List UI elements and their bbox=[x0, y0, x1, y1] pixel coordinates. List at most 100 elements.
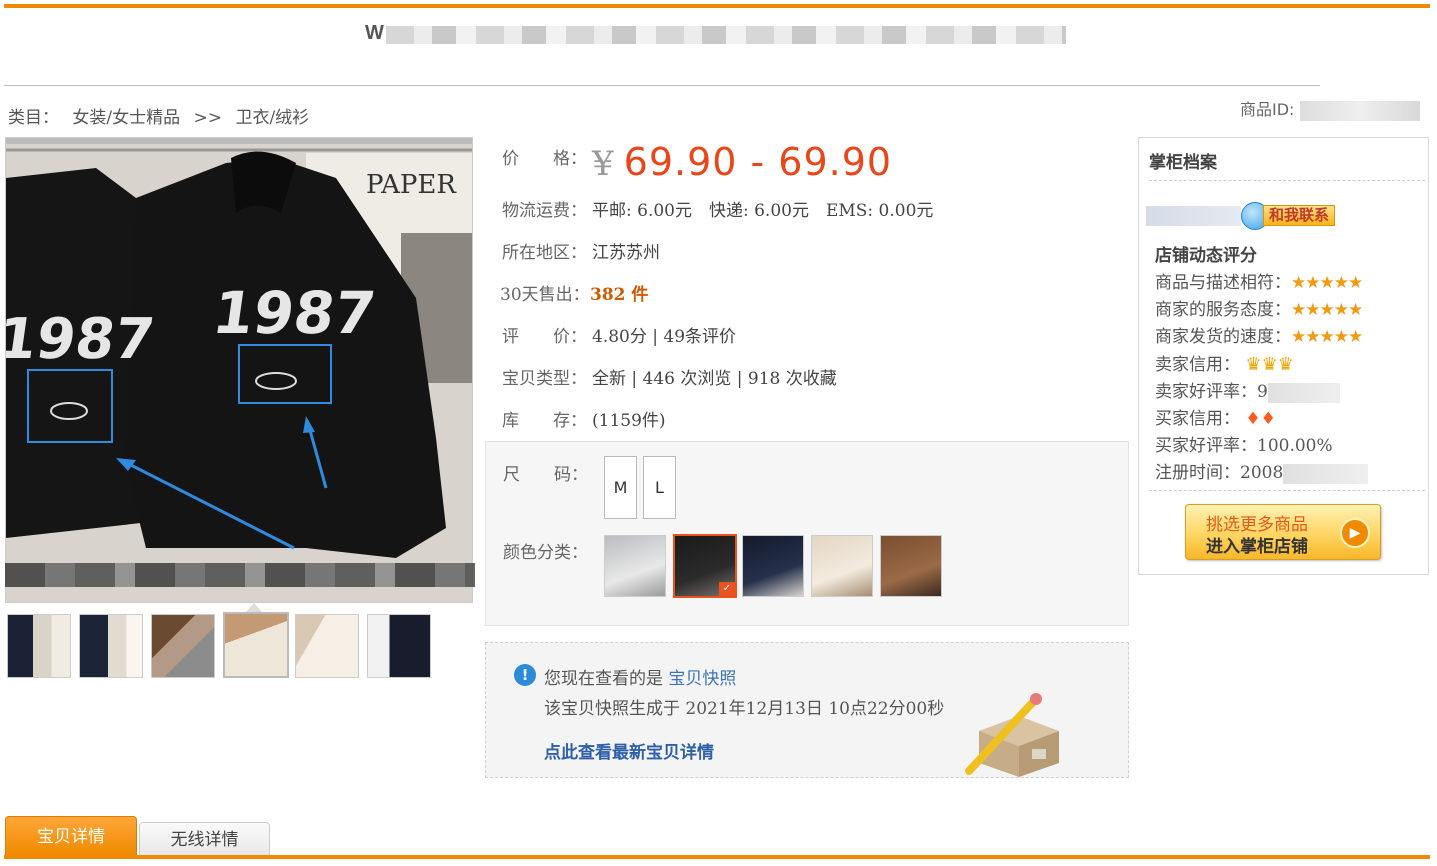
stock-label: 库 存： bbox=[502, 411, 587, 431]
seller-name-blurred bbox=[1146, 206, 1241, 226]
watermark-blurred bbox=[5, 563, 475, 587]
star-icons: ★★★★★ bbox=[1291, 300, 1363, 320]
contact-label: 和我联系 bbox=[1263, 205, 1336, 226]
register-blurred bbox=[1283, 463, 1369, 484]
color-option-grey[interactable] bbox=[604, 535, 666, 597]
type-row: 宝贝类型： 全新 | 446 次浏览 | 918 次收藏 bbox=[502, 364, 837, 389]
breadcrumb-separator: >> bbox=[193, 108, 223, 128]
tab-underline-bar bbox=[4, 855, 1430, 859]
buyer-credit-label: 买家信用： bbox=[1155, 409, 1240, 429]
snapshot-line1: 您现在查看的是 宝贝快照 bbox=[544, 664, 736, 689]
main-product-image[interactable]: PAPER 1987 1987 bbox=[5, 137, 473, 603]
breadcrumb: 类目： 女装/女士精品 >> 卫衣/绒衫 bbox=[8, 103, 317, 128]
divider bbox=[1149, 180, 1425, 181]
seller-panel: 掌柜档案 和我联系 店铺动态评分 商品与描述相符：★★★★★ 商家的服务态度：★… bbox=[1138, 137, 1429, 575]
sku-selector: 尺 码： M L 颜色分类： ✓ bbox=[485, 441, 1129, 626]
color-option-black[interactable]: ✓ bbox=[673, 534, 737, 598]
svg-text:1987: 1987 bbox=[209, 279, 380, 347]
rating-description: 商品与描述相符：★★★★★ bbox=[1155, 268, 1363, 293]
breadcrumb-category-women[interactable]: 女装/女士精品 bbox=[72, 108, 180, 128]
color-option-navy[interactable] bbox=[742, 535, 804, 597]
seller-panel-title: 掌柜档案 bbox=[1149, 153, 1217, 173]
review-value[interactable]: 4.80分 | 49条评价 bbox=[592, 327, 736, 347]
sold-label: 30天售出： bbox=[500, 285, 590, 305]
arrow-right-icon: ▶ bbox=[1340, 518, 1370, 548]
item-id-label: 商品ID: bbox=[1240, 100, 1295, 119]
star-icons: ★★★★★ bbox=[1291, 327, 1363, 347]
color-option-apricot[interactable] bbox=[811, 535, 873, 597]
sold-value: 382 件 bbox=[590, 285, 649, 305]
color-label: 颜色分类： bbox=[503, 543, 588, 563]
buyer-credit: 买家信用： ♦♦ bbox=[1155, 404, 1276, 429]
shop-button-line2: 进入掌柜店铺 bbox=[1206, 537, 1308, 557]
item-id-blurred bbox=[1299, 100, 1420, 121]
svg-text:PAPER: PAPER bbox=[366, 170, 457, 200]
svg-text:1987: 1987 bbox=[6, 307, 158, 372]
seller-good-rate: 卖家好评率：9 bbox=[1155, 377, 1340, 403]
snapshot-link[interactable]: 宝贝快照 bbox=[668, 669, 736, 689]
thumbnail-3[interactable] bbox=[151, 614, 215, 678]
buyer-good-rate: 买家好评率：100.00% bbox=[1155, 436, 1333, 456]
register-value: 2008 bbox=[1240, 463, 1284, 483]
thumbnail-5[interactable] bbox=[295, 614, 359, 678]
location-value: 江苏苏州 bbox=[592, 243, 660, 263]
thumbnail-1[interactable] bbox=[7, 614, 71, 678]
shipping-value: 平邮: 6.00元 快递: 6.00元 EMS: 0.00元 bbox=[592, 201, 934, 221]
size-option-l[interactable]: L bbox=[643, 456, 676, 519]
crown-icon: ♛♛♛ bbox=[1245, 354, 1294, 375]
price-value: 69.90 - 69.90 bbox=[623, 140, 893, 184]
seller-credit: 卖家信用： ♛♛♛ bbox=[1155, 350, 1294, 375]
type-label: 宝贝类型： bbox=[502, 369, 587, 389]
rating-delivery-label: 商家发货的速度： bbox=[1155, 327, 1291, 347]
seller-credit-label: 卖家信用： bbox=[1155, 355, 1240, 375]
currency-symbol: ¥ bbox=[592, 144, 614, 184]
rating-service: 商家的服务态度：★★★★★ bbox=[1155, 295, 1363, 320]
item-id: 商品ID: bbox=[1240, 96, 1420, 121]
star-icons: ★★★★★ bbox=[1291, 273, 1363, 293]
location-label: 所在地区： bbox=[502, 243, 587, 263]
register-label: 注册时间： bbox=[1155, 463, 1240, 483]
type-value: 全新 | 446 次浏览 | 918 次收藏 bbox=[592, 369, 837, 389]
selected-check-icon: ✓ bbox=[719, 582, 735, 596]
title-text: W bbox=[365, 22, 384, 44]
color-option-coffee[interactable] bbox=[880, 535, 942, 597]
seller-good-rate-blurred bbox=[1267, 382, 1340, 403]
info-icon: ! bbox=[514, 664, 536, 686]
box-pencil-icon bbox=[965, 693, 1059, 777]
shipping-label: 物流运费： bbox=[502, 201, 587, 221]
thumbnail-2[interactable] bbox=[79, 614, 143, 678]
shipping-row: 物流运费： 平邮: 6.00元 快递: 6.00元 EMS: 0.00元 bbox=[502, 196, 933, 221]
breadcrumb-prefix: 类目： bbox=[8, 108, 59, 128]
snapshot-notice: ! 您现在查看的是 宝贝快照 该宝贝快照生成于 2021年12月13日 10点2… bbox=[485, 642, 1129, 778]
review-row: 评 价： 4.80分 | 49条评价 bbox=[502, 322, 736, 347]
product-title: W bbox=[365, 22, 1066, 45]
seller-good-rate-value: 9 bbox=[1257, 382, 1268, 402]
stock-value: (1159件) bbox=[592, 411, 666, 431]
enter-shop-button[interactable]: 挑选更多商品 进入掌柜店铺 ▶ bbox=[1185, 504, 1381, 560]
thumbnail-6[interactable] bbox=[367, 614, 431, 678]
view-latest-link[interactable]: 点此查看最新宝贝详情 bbox=[544, 738, 714, 763]
snapshot-prefix: 您现在查看的是 bbox=[544, 669, 663, 689]
price-row: 价 格： ¥69.90 - 69.90 bbox=[502, 140, 892, 184]
snapshot-date: 该宝贝快照生成于 2021年12月13日 10点22分00秒 bbox=[544, 699, 945, 719]
tab-item-detail[interactable]: 宝贝详情 bbox=[5, 816, 137, 856]
title-divider bbox=[4, 85, 1320, 86]
review-label: 评 价： bbox=[502, 327, 587, 347]
tab-wireless-detail[interactable]: 无线详情 bbox=[139, 822, 270, 856]
size-option-m[interactable]: M bbox=[604, 456, 637, 519]
seller-good-rate-label: 卖家好评率： bbox=[1155, 382, 1257, 402]
hoodie-photo: PAPER 1987 1987 bbox=[6, 138, 472, 602]
diamond-icon: ♦♦ bbox=[1245, 409, 1276, 429]
thumbnail-4[interactable] bbox=[223, 612, 289, 678]
location-row: 所在地区： 江苏苏州 bbox=[502, 238, 660, 263]
stock-row: 库 存： (1159件) bbox=[502, 406, 666, 431]
thumbnail-pointer bbox=[246, 603, 262, 612]
sold-row: 30天售出：382 件 bbox=[500, 280, 648, 305]
breadcrumb-category-hoodie[interactable]: 卫衣/绒衫 bbox=[235, 108, 309, 128]
price-label: 价 格： bbox=[502, 149, 587, 169]
divider bbox=[1149, 490, 1425, 491]
rating-description-label: 商品与描述相符： bbox=[1155, 273, 1291, 293]
rating-delivery: 商家发货的速度：★★★★★ bbox=[1155, 322, 1363, 347]
top-accent-bar bbox=[4, 4, 1430, 8]
register-time: 注册时间：2008 bbox=[1155, 458, 1369, 484]
